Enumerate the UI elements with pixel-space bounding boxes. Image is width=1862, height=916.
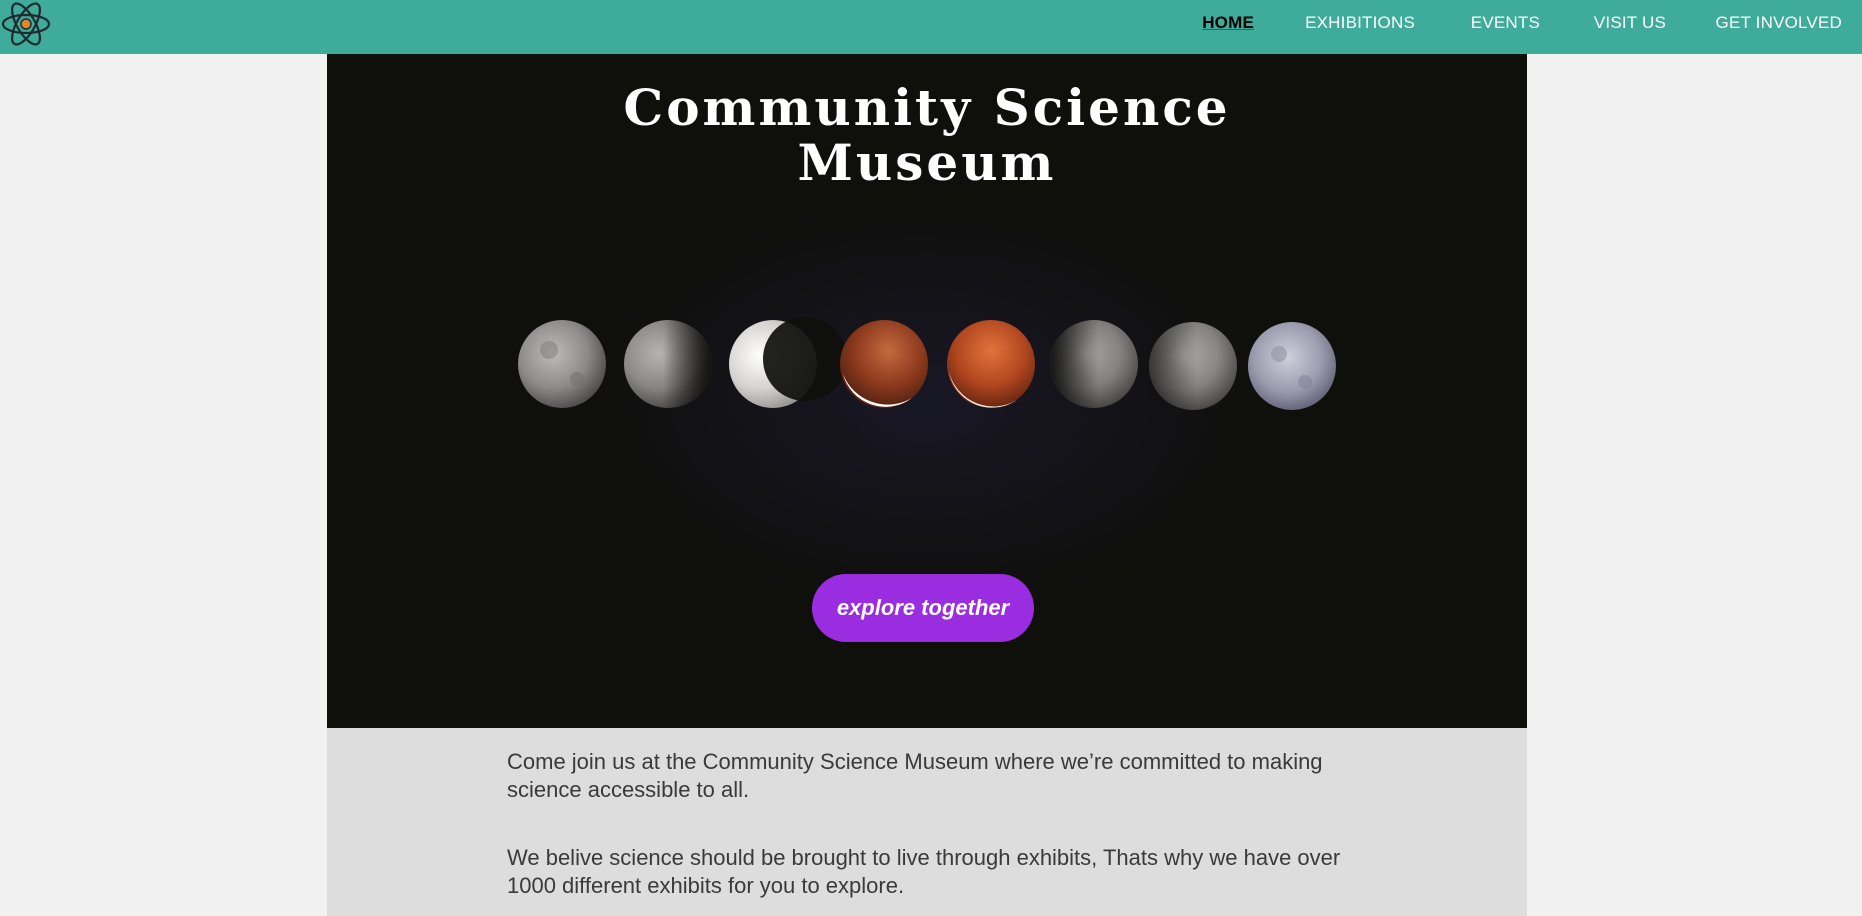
nav-events[interactable]: EVENTS <box>1471 13 1540 33</box>
intro-section: Come join us at the Community Science Mu… <box>327 728 1527 916</box>
intro-paragraph-2: We belive science should be brought to l… <box>507 845 1341 898</box>
nav-get-involved[interactable]: GET INVOLVED <box>1716 13 1842 33</box>
intro-paragraph-1: Come join us at the Community Science Mu… <box>507 749 1323 802</box>
explore-together-button[interactable]: explore together <box>812 574 1034 642</box>
top-nav-bar: HOME EXHIBITIONS EVENTS VISIT US GET INV… <box>0 0 1862 54</box>
nav-visit-us[interactable]: VISIT US <box>1594 13 1666 33</box>
nav-exhibitions[interactable]: EXHIBITIONS <box>1305 13 1415 33</box>
nav-home[interactable]: HOME <box>1202 13 1254 33</box>
atom-icon[interactable] <box>0 0 52 48</box>
hero-section: Community Science Museum explore togethe… <box>327 54 1527 728</box>
